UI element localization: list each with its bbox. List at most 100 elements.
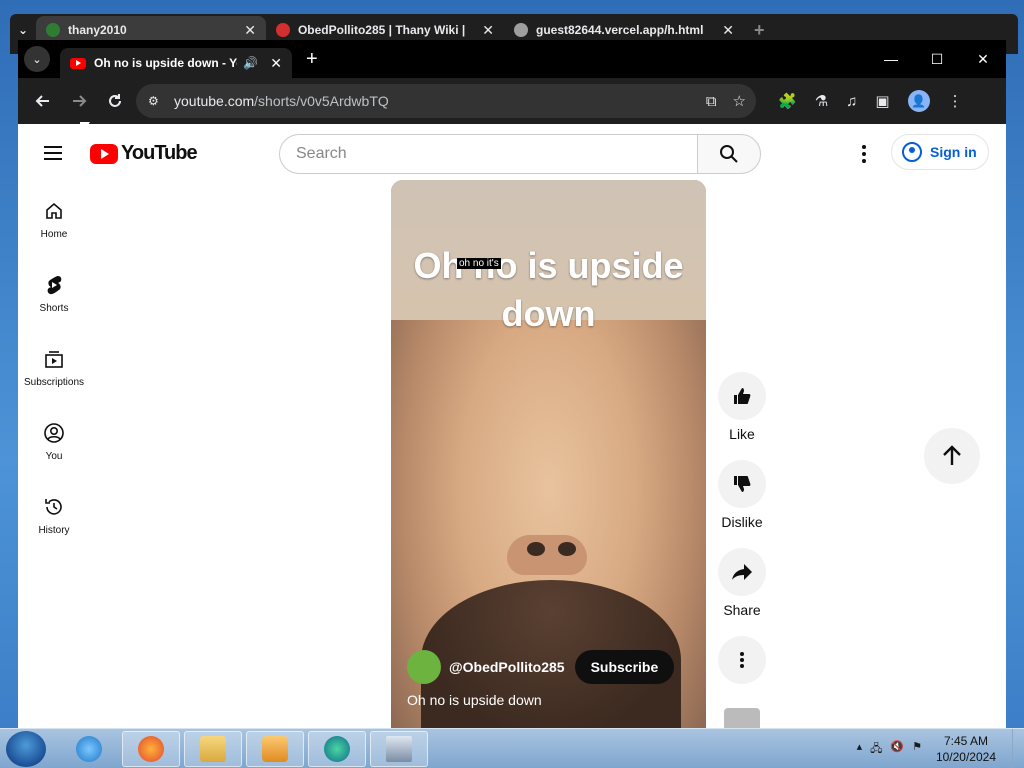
video-frame-nose bbox=[507, 535, 587, 575]
close-icon[interactable]: ✕ bbox=[472, 22, 494, 39]
install-app-icon[interactable]: ⧉ bbox=[706, 93, 717, 110]
sign-in-button[interactable]: Sign in bbox=[891, 134, 989, 170]
taskbar-media-player[interactable] bbox=[246, 731, 304, 767]
taskbar-explorer[interactable] bbox=[184, 731, 242, 767]
minimize-button[interactable]: — bbox=[868, 51, 914, 67]
dislike-button[interactable] bbox=[718, 460, 766, 508]
show-desktop-button[interactable] bbox=[1012, 729, 1024, 768]
video-overlay-title: Oh no is upside down bbox=[413, 245, 684, 334]
close-icon[interactable]: ✕ bbox=[270, 55, 282, 72]
short-description[interactable]: Oh no is upside down bbox=[407, 692, 542, 708]
subscriptions-icon bbox=[42, 347, 66, 371]
taskbar: ▴ 🖧 🔇 ⚑ 7:45 AM 10/20/2024 bbox=[0, 728, 1024, 768]
close-icon[interactable]: ✕ bbox=[712, 22, 734, 39]
extensions-icon[interactable]: 🧩 bbox=[778, 92, 797, 110]
share-action[interactable]: Share bbox=[718, 548, 766, 618]
window-controls: — ☐ ✕ bbox=[868, 40, 1006, 78]
sidebar-item-label: Subscriptions bbox=[23, 376, 85, 388]
more-action[interactable] bbox=[718, 636, 766, 690]
like-button[interactable] bbox=[718, 372, 766, 420]
more-options-button[interactable] bbox=[718, 636, 766, 684]
folder-icon bbox=[200, 736, 226, 762]
chrome-menu-icon[interactable]: ⋮ bbox=[948, 92, 963, 110]
site-info-icon[interactable]: ⚙ bbox=[148, 94, 164, 108]
settings-more-button[interactable] bbox=[854, 142, 874, 166]
search-placeholder: Search bbox=[296, 145, 347, 162]
taskbar-internet-explorer[interactable] bbox=[60, 731, 118, 767]
short-video-player[interactable]: Oh no is upside down oh no it's @ObedPol… bbox=[391, 180, 706, 730]
youtube-logo[interactable]: YouTube bbox=[90, 142, 198, 165]
sidebar-item-you[interactable]: You bbox=[18, 404, 90, 478]
profile-avatar-icon[interactable]: 👤 bbox=[907, 90, 930, 112]
tab-favicon-icon bbox=[276, 23, 290, 37]
youtube-play-icon bbox=[90, 143, 118, 164]
close-icon[interactable]: ✕ bbox=[234, 22, 256, 39]
tab-favicon-icon bbox=[46, 23, 60, 37]
omnibox-actions: ⧉ ☆ bbox=[706, 84, 746, 118]
dislike-action[interactable]: Dislike bbox=[718, 460, 766, 530]
channel-name[interactable]: @ObedPollito285 bbox=[449, 659, 565, 675]
maximize-button[interactable]: ☐ bbox=[914, 51, 960, 68]
more-vert-icon bbox=[740, 652, 744, 668]
volume-muted-icon[interactable]: 🔇 bbox=[890, 740, 904, 759]
tab-search-button[interactable]: ⌄ bbox=[24, 46, 50, 72]
system-tray: ▴ 🖧 🔇 ⚑ 7:45 AM 10/20/2024 bbox=[857, 729, 1024, 768]
internet-explorer-icon bbox=[76, 736, 102, 762]
action-center-flag-icon[interactable]: ⚑ bbox=[912, 740, 922, 759]
back-button[interactable] bbox=[28, 86, 58, 116]
channel-avatar[interactable] bbox=[407, 650, 441, 684]
search-input[interactable]: Search bbox=[279, 134, 699, 174]
reload-button[interactable] bbox=[100, 86, 130, 116]
dislike-label: Dislike bbox=[721, 514, 763, 530]
side-panel-icon[interactable]: ▣ bbox=[875, 92, 889, 110]
share-button[interactable] bbox=[718, 548, 766, 596]
share-label: Share bbox=[723, 602, 761, 618]
active-tab[interactable]: Oh no is upside down - YouTube 🔊 ✕ bbox=[60, 48, 292, 78]
system-clock[interactable]: 7:45 AM 10/20/2024 bbox=[936, 733, 996, 765]
sound-thumbnail[interactable] bbox=[724, 708, 760, 730]
start-button[interactable] bbox=[6, 731, 46, 767]
mouse-cursor bbox=[80, 122, 90, 138]
sidebar-item-subscriptions[interactable]: Subscriptions bbox=[18, 330, 90, 404]
network-icon[interactable]: 🖧 bbox=[870, 740, 882, 759]
media-controls-icon[interactable]: ♫ bbox=[846, 93, 857, 110]
history-icon bbox=[42, 495, 66, 519]
browser-toolbar: ⚙ youtube.com /shorts/v0v5ArdwbTQ ⧉ ☆ 🧩 … bbox=[18, 78, 1006, 124]
search-icon bbox=[720, 145, 738, 163]
taskbar-window[interactable] bbox=[370, 731, 428, 767]
arrow-up-icon bbox=[943, 445, 961, 465]
thumbs-up-icon bbox=[734, 388, 751, 404]
account-circle-icon bbox=[42, 421, 66, 445]
sidebar-item-label: History bbox=[38, 524, 70, 536]
channel-row: @ObedPollito285 Subscribe bbox=[407, 650, 675, 684]
youtube-page: YouTube Search Sign in Home Shorts Subsc… bbox=[18, 124, 1006, 730]
window-icon bbox=[386, 736, 412, 762]
sidebar-item-history[interactable]: History bbox=[18, 478, 90, 552]
address-bar[interactable]: ⚙ youtube.com /shorts/v0v5ArdwbTQ ⧉ ☆ bbox=[136, 84, 756, 118]
previous-short-button[interactable] bbox=[924, 428, 980, 484]
taskbar-firefox[interactable] bbox=[122, 731, 180, 767]
close-window-button[interactable]: ✕ bbox=[960, 51, 1006, 68]
subscribe-button[interactable]: Subscribe bbox=[574, 650, 675, 684]
taskbar-edge[interactable] bbox=[308, 731, 366, 767]
globe-icon bbox=[514, 23, 528, 37]
account-icon bbox=[902, 142, 922, 162]
video-frame-nostril bbox=[527, 542, 545, 556]
show-hidden-icons-icon[interactable]: ▴ bbox=[857, 740, 863, 759]
new-tab-button[interactable]: + bbox=[306, 48, 318, 71]
like-action[interactable]: Like bbox=[718, 372, 766, 442]
search-button[interactable] bbox=[697, 134, 761, 174]
sidebar-item-label: You bbox=[45, 450, 63, 462]
labs-icon[interactable]: ⚗ bbox=[815, 92, 828, 110]
speaker-icon[interactable]: 🔊 bbox=[243, 56, 258, 70]
back-tab-title: ObedPollito285 | Thany Wiki | bbox=[297, 23, 466, 37]
forward-button[interactable] bbox=[64, 86, 94, 116]
extensions-area: 🧩 ⚗ ♫ ▣ 👤 ⋮ bbox=[778, 78, 963, 124]
bookmark-star-icon[interactable]: ☆ bbox=[733, 92, 746, 110]
sidebar-item-home[interactable]: Home bbox=[18, 182, 90, 256]
menu-icon[interactable] bbox=[44, 146, 62, 160]
video-caption: oh no it's bbox=[457, 258, 501, 269]
sidebar-item-shorts[interactable]: Shorts bbox=[18, 256, 90, 330]
url-path: /shorts/v0v5ArdwbTQ bbox=[254, 93, 389, 109]
short-actions: Like Dislike Share bbox=[718, 372, 766, 730]
